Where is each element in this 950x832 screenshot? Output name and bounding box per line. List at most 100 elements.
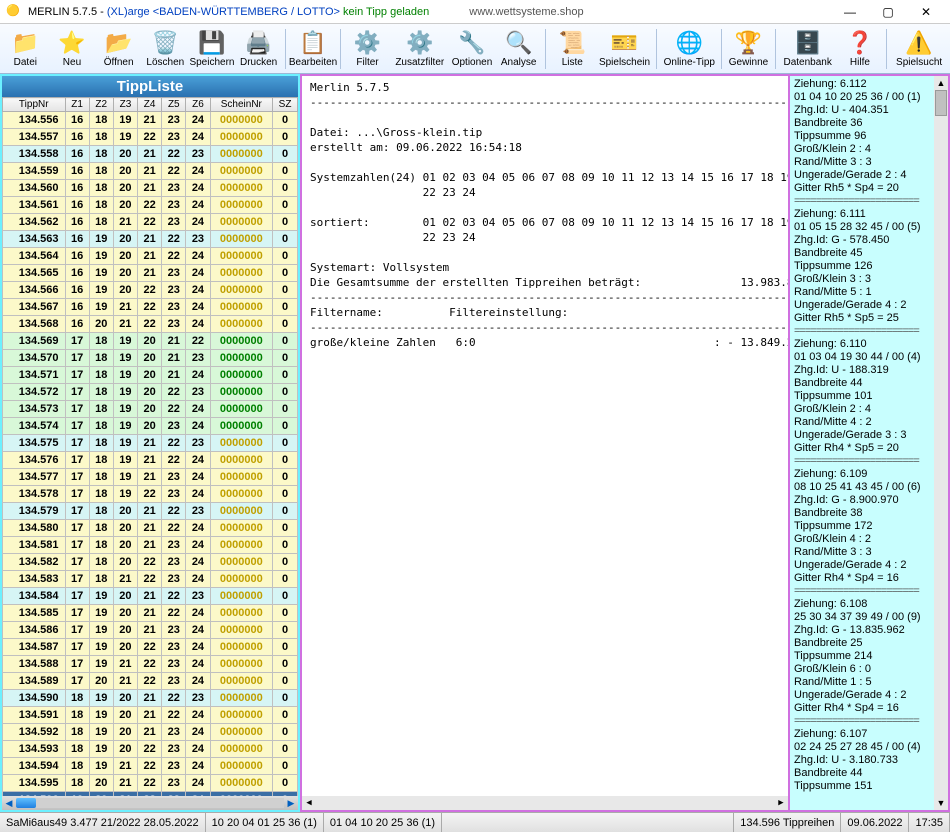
tipp-row[interactable]: 134.58617192021232400000000 xyxy=(3,622,298,639)
tipp-row[interactable]: 134.56416192021222400000000 xyxy=(3,248,298,265)
ziehung-block[interactable]: Ziehung: 6.10908 10 25 41 43 45 / 00 (6)… xyxy=(794,468,944,598)
gewinne-button[interactable]: 🏆Gewinne xyxy=(725,25,772,73)
scroll-thumb[interactable] xyxy=(935,90,947,116)
tipp-row[interactable]: 134.56716192122232400000000 xyxy=(3,299,298,316)
column-header[interactable]: Z6 xyxy=(186,98,210,112)
status-spacer xyxy=(442,813,734,832)
ziehung-block[interactable]: Ziehung: 6.11201 04 10 20 25 36 / 00 (1)… xyxy=(794,78,944,208)
toolbar-label: Gewinne xyxy=(729,57,768,68)
hilfe-button[interactable]: ❓Hilfe xyxy=(837,25,884,73)
tipp-row[interactable]: 134.56516192021232400000000 xyxy=(3,265,298,282)
oeffnen-button[interactable]: 📂Öffnen xyxy=(95,25,142,73)
zusatzfilter-button[interactable]: ⚙️Zusatzfilter xyxy=(391,25,449,73)
drucken-button[interactable]: 🖨️Drucken xyxy=(235,25,282,73)
tipp-row[interactable]: 134.56616192022232400000000 xyxy=(3,282,298,299)
scroll-right-icon[interactable]: ▶ xyxy=(774,796,788,810)
tipp-row[interactable]: 134.58117182021232400000000 xyxy=(3,537,298,554)
column-header[interactable]: TippNr xyxy=(3,98,66,112)
filter-button[interactable]: ⚙️Filter xyxy=(344,25,391,73)
scroll-left-icon[interactable]: ◀ xyxy=(2,796,16,810)
datenbank-button[interactable]: 🗄️Datenbank xyxy=(779,25,837,73)
spielschein-button[interactable]: 🎫Spielschein xyxy=(596,25,654,73)
close-button[interactable]: ✕ xyxy=(908,1,944,23)
maximize-button[interactable]: ▢ xyxy=(870,1,906,23)
report-text: Merlin 5.7.5 ---------------------------… xyxy=(310,80,780,350)
speichern-button[interactable]: 💾Speichern xyxy=(189,25,236,73)
tipp-row[interactable]: 134.58517192021222400000000 xyxy=(3,605,298,622)
tipp-row[interactable]: 134.57617181921222400000000 xyxy=(3,452,298,469)
scroll-up-icon[interactable]: ▲ xyxy=(934,76,948,90)
scroll-left-icon[interactable]: ◀ xyxy=(302,796,316,810)
tipp-row[interactable]: 134.55716181922232400000000 xyxy=(3,129,298,146)
status-bar: SaMi6aus49 3.477 21/2022 28.05.2022 10 2… xyxy=(0,812,950,832)
tippliste-hscrollbar[interactable]: ◀ ▶ xyxy=(2,796,298,810)
scroll-down-icon[interactable]: ▼ xyxy=(934,796,948,810)
column-header[interactable]: Z5 xyxy=(162,98,186,112)
status-date: 09.06.2022 xyxy=(841,813,909,832)
loeschen-button[interactable]: 🗑️Löschen xyxy=(142,25,189,73)
liste-button[interactable]: 📜Liste xyxy=(549,25,596,73)
ziehung-block[interactable]: Ziehung: 6.10825 30 34 37 39 49 / 00 (9)… xyxy=(794,598,944,728)
tipp-row[interactable]: 134.55816182021222300000000 xyxy=(3,146,298,163)
tipp-row[interactable]: 134.58917202122232400000000 xyxy=(3,673,298,690)
scroll-right-icon[interactable]: ▶ xyxy=(284,796,298,810)
minimize-button[interactable]: ― xyxy=(832,1,868,23)
tipp-row[interactable]: 134.55616181921232400000000 xyxy=(3,112,298,129)
tipp-row[interactable]: 134.59018192021222300000000 xyxy=(3,690,298,707)
tipp-row[interactable]: 134.55916182021222400000000 xyxy=(3,163,298,180)
tipp-row[interactable]: 134.56816202122232400000000 xyxy=(3,316,298,333)
tipp-row[interactable]: 134.57417181920232400000000 xyxy=(3,418,298,435)
neu-button[interactable]: ⭐Neu xyxy=(49,25,96,73)
ziehung-panel: Ziehung: 6.11201 04 10 20 25 36 / 00 (1)… xyxy=(790,74,950,812)
tipp-row[interactable]: 134.58317182122232400000000 xyxy=(3,571,298,588)
tipp-row[interactable]: 134.56016182021232400000000 xyxy=(3,180,298,197)
tipp-row[interactable]: 134.56917181920212200000000 xyxy=(3,333,298,350)
tipp-row[interactable]: 134.57017181920212300000000 xyxy=(3,350,298,367)
report-panel: Merlin 5.7.5 ---------------------------… xyxy=(300,74,790,812)
tippliste-table[interactable]: TippNrZ1Z2Z3Z4Z5Z6ScheinNrSZ134.55616181… xyxy=(2,97,298,796)
ziehung-vscrollbar[interactable]: ▲ ▼ xyxy=(934,76,948,810)
column-header[interactable]: Z2 xyxy=(89,98,113,112)
tipp-row[interactable]: 134.57217181920222300000000 xyxy=(3,384,298,401)
analyse-button[interactable]: 🔍Analyse xyxy=(495,25,542,73)
tipp-row[interactable]: 134.56116182022232400000000 xyxy=(3,197,298,214)
tipp-row[interactable]: 134.59318192022232400000000 xyxy=(3,741,298,758)
report-hscrollbar[interactable]: ◀ ▶ xyxy=(302,796,788,810)
loeschen-icon: 🗑️ xyxy=(152,29,179,57)
column-header[interactable]: Z3 xyxy=(113,98,137,112)
toolbar-label: Neu xyxy=(63,57,81,68)
tipp-row[interactable]: 134.59118192021222400000000 xyxy=(3,707,298,724)
optionen-button[interactable]: 🔧Optionen xyxy=(449,25,496,73)
spielsucht-button[interactable]: ⚠️Spielsucht xyxy=(890,25,948,73)
tipp-row[interactable]: 134.56216182122232400000000 xyxy=(3,214,298,231)
tipp-row[interactable]: 134.57717181921232400000000 xyxy=(3,469,298,486)
bearbeiten-button[interactable]: 📋Bearbeiten xyxy=(289,25,337,73)
tipp-row[interactable]: 134.57917182021222300000000 xyxy=(3,503,298,520)
tipp-row[interactable]: 134.57117181920212400000000 xyxy=(3,367,298,384)
onlinetipp-icon: 🌐 xyxy=(676,29,703,57)
ziehung-block[interactable]: Ziehung: 6.11001 03 04 19 30 44 / 00 (4)… xyxy=(794,338,944,468)
column-header[interactable]: Z4 xyxy=(138,98,162,112)
tipp-row[interactable]: 134.57517181921222300000000 xyxy=(3,435,298,452)
tipp-row[interactable]: 134.57817181922232400000000 xyxy=(3,486,298,503)
tipp-row[interactable]: 134.57317181920222400000000 xyxy=(3,401,298,418)
column-header[interactable]: ScheinNr xyxy=(210,98,273,112)
ziehung-block[interactable]: Ziehung: 6.11101 05 15 28 32 45 / 00 (5)… xyxy=(794,208,944,338)
scroll-thumb[interactable] xyxy=(16,798,36,808)
tipp-row[interactable]: 134.58817192122232400000000 xyxy=(3,656,298,673)
tipp-row[interactable]: 134.58217182022232400000000 xyxy=(3,554,298,571)
tipp-row[interactable]: 134.58717192022232400000000 xyxy=(3,639,298,656)
ziehung-block[interactable]: Ziehung: 6.10702 24 25 27 28 45 / 00 (4)… xyxy=(794,728,944,793)
datei-button[interactable]: 📁Datei xyxy=(2,25,49,73)
tipp-row[interactable]: 134.56316192021222300000000 xyxy=(3,231,298,248)
tipp-row[interactable]: 134.59418192122232400000000 xyxy=(3,758,298,775)
toolbar-label: Filter xyxy=(356,57,378,68)
column-header[interactable]: SZ xyxy=(273,98,298,112)
tipp-row[interactable]: 134.58017182021222400000000 xyxy=(3,520,298,537)
column-header[interactable]: Z1 xyxy=(65,98,89,112)
onlinetipp-button[interactable]: 🌐Online-Tipp xyxy=(660,25,718,73)
tipp-row[interactable]: 134.59218192021232400000000 xyxy=(3,724,298,741)
toolbar-label: Zusatzfilter xyxy=(395,57,444,68)
tipp-row[interactable]: 134.58417192021222300000000 xyxy=(3,588,298,605)
tipp-row[interactable]: 134.59518202122232400000000 xyxy=(3,775,298,792)
